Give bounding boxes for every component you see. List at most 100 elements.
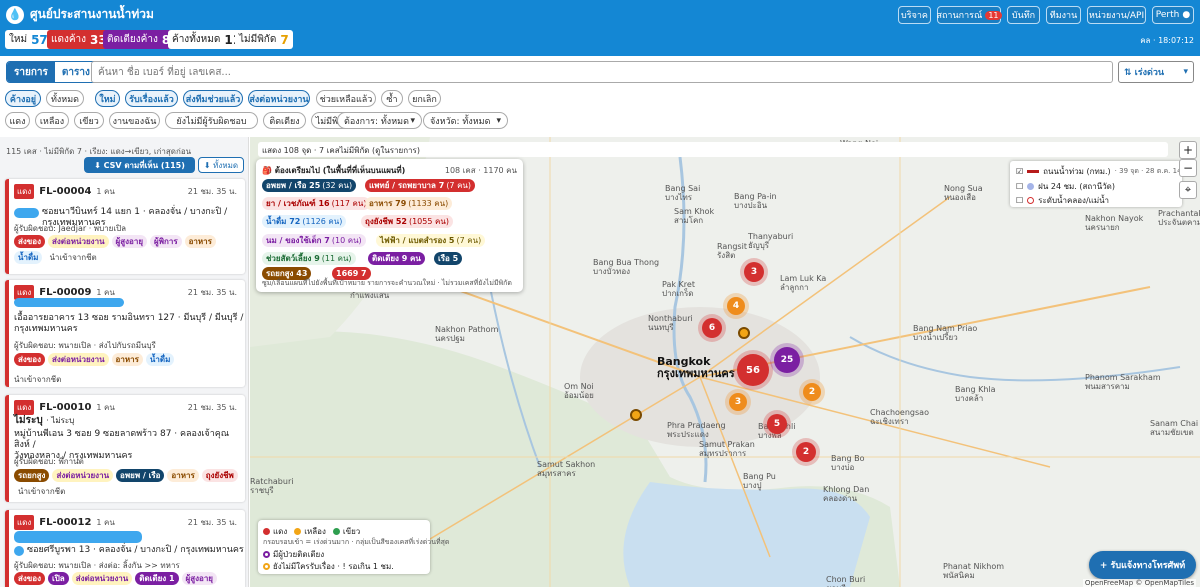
case-age: 21 ชม. 35 น.	[187, 288, 237, 297]
nav-donate[interactable]: บริจาค	[898, 6, 931, 24]
filter-all[interactable]: ทั้งหมด	[46, 90, 84, 107]
tag-elderly: ผู้สูงอายุ	[111, 235, 148, 248]
stat-label: ใหม่	[9, 34, 28, 45]
yellow-ring-icon	[263, 563, 270, 570]
layer-rainfall[interactable]: ☐ ฝน 24 ชม. (สถานีวัด)	[1016, 180, 1115, 193]
map-place-label: Bang Bua Thong บางบัวทอง	[593, 258, 659, 276]
search-input[interactable]	[91, 61, 1113, 83]
map-place-label: Bang Bo บางบ่อ	[831, 454, 864, 472]
stat-new[interactable]: ใหม่ 57	[5, 30, 52, 49]
need-power[interactable]: ไฟฟ้า / แบตสำรอง 5 (7 คน)	[376, 234, 486, 247]
layer-water-level[interactable]: ☐ ระดับน้ำคลอง/แม่น้ำ	[1016, 194, 1109, 207]
filter-green[interactable]: เขียว	[74, 112, 104, 129]
case-cluster[interactable]: 56	[737, 354, 769, 386]
stat-bedridden-pending[interactable]: ติดเตียงค้าง 8	[103, 30, 175, 49]
checkbox-icon[interactable]: ☐	[1016, 196, 1023, 205]
case-card[interactable]: แดง FL-00004 1 คน 21 ชม. 35 น. ซอยนาวีบิ…	[5, 179, 245, 274]
single-case-marker[interactable]	[630, 409, 642, 421]
need-label: น้ำดื่ม 72	[266, 217, 301, 226]
export-all-button[interactable]: ⬇ ทั้งหมด	[198, 157, 244, 173]
filter-new[interactable]: ใหม่	[95, 90, 120, 107]
map-view[interactable]: Bang SaiบางไทรBang Pa-inบางปะอินWang Noi…	[250, 137, 1200, 587]
case-tags: ส่งของ เปิล ส่งต่อหน่วยงาน ติดเตียง 1 ผู…	[14, 572, 245, 585]
legend-unassigned: ยังไม่มีใครรับเรื่อง · ! รอเกิน 1 ชม.	[263, 560, 394, 573]
filter-forwarded[interactable]: ส่งต่อหน่วยงาน	[248, 90, 310, 107]
tag-disabled: ผู้พิการ	[150, 235, 182, 248]
case-cluster[interactable]: 5	[767, 414, 787, 434]
case-cluster[interactable]: 3	[729, 393, 747, 411]
map-place-label: Bang Pa-in บางปะอิน	[734, 192, 777, 210]
stat-value: 57	[31, 32, 48, 47]
case-cluster[interactable]: 2	[796, 442, 816, 462]
address-line: เอื้ออารยอาคาร 13 ซอย รามอินทรา 127 · มี…	[14, 313, 244, 323]
filter-helped[interactable]: ช่วยเหลือแล้ว	[316, 90, 376, 107]
case-age: 21 ชม. 35 น.	[187, 403, 237, 412]
place-name: Bang Sai	[665, 184, 701, 193]
csv-export-button[interactable]: ⬇ CSV ตามที่เห็น (115)	[84, 157, 195, 173]
filter-my-tasks[interactable]: งานของฉัน	[109, 112, 160, 129]
need-sub: (117 คน)	[331, 199, 367, 208]
nav-situation[interactable]: สถานการณ์ 11	[936, 6, 1002, 24]
checkbox-checked-icon[interactable]: ☑	[1016, 167, 1023, 176]
place-name-thai: หนองเสือ	[944, 193, 976, 202]
user-menu[interactable]: Perth ●	[1152, 6, 1194, 24]
dropdown-value: ต้องการ: ทั้งหมด	[344, 116, 409, 127]
need-survival-bag[interactable]: ถุงยังชีพ 52 (1055 คน)	[361, 215, 453, 228]
need-label: ยา / เวชภัณฑ์ 16	[266, 199, 330, 208]
checkbox-icon[interactable]: ☐	[1016, 182, 1023, 191]
nav-agency-api[interactable]: หน่วยงาน/API	[1087, 6, 1146, 24]
need-boat[interactable]: เรือ 5	[434, 252, 463, 265]
need-pet-rescue[interactable]: ช่วยสัตว์เลี้ยง 9 (11 คน)	[262, 252, 356, 265]
nav-log[interactable]: บันทึก	[1007, 6, 1040, 24]
map-place-label: Phanat Nikhom พนัสนิคม	[943, 562, 1004, 580]
need-bedridden[interactable]: ติดเตียง 9 คน	[368, 252, 425, 265]
filter-accepted[interactable]: รับเรื่องแล้ว	[125, 90, 178, 107]
filter-bedridden[interactable]: ติดเตียง	[263, 112, 306, 129]
nav-team[interactable]: ทีมงาน	[1046, 6, 1081, 24]
layer-flooded-roads[interactable]: ☑ ถนนน้ำท่วม (กทม.) · 39 จุด · 28 ต.ค. 14:…	[1016, 165, 1193, 178]
needs-dropdown[interactable]: ต้องการ: ทั้งหมด ▾	[337, 112, 422, 129]
locate-me-button[interactable]: ⌖	[1179, 181, 1197, 199]
case-card[interactable]: แดง FL-00009 1 คน 21 ชม. 35 น. เอื้ออารย…	[5, 280, 245, 387]
stat-red-pending[interactable]: แดงค้าง 33	[47, 30, 111, 49]
zoom-out-button[interactable]: −	[1179, 159, 1197, 177]
needs-title: 🎒 ต้องเตรียมไป (ในพื้นที่ที่เห็นบนแผนที่…	[262, 164, 405, 177]
case-card[interactable]: แดง FL-00012 1 คน 21 ชม. 35 น. ซอยศรีบูร…	[5, 510, 245, 587]
view-list-button[interactable]: รายการ	[7, 62, 55, 82]
case-cluster[interactable]: 4	[727, 297, 745, 315]
need-evacuation[interactable]: อพยพ / เรือ 25 (32 คน)	[262, 179, 357, 192]
zoom-in-button[interactable]: +	[1179, 141, 1197, 159]
filter-yellow[interactable]: เหลือง	[35, 112, 69, 129]
filter-team-sent[interactable]: ส่งทีมช่วยแล้ว	[183, 90, 243, 107]
case-list-panel: 115 เคส · ไม่มีพิกัด 7 · เรียง: แดง→เขีย…	[0, 137, 249, 587]
water-drop-icon: 💧	[6, 5, 24, 24]
case-cluster[interactable]: 25	[774, 347, 800, 373]
tag-delivery: ส่งของ	[14, 235, 45, 248]
filter-unassigned[interactable]: ยังไม่มีผู้รับผิดชอบ	[165, 112, 258, 129]
filter-pending[interactable]: ค้างอยู่	[5, 90, 41, 107]
situation-count-badge: 11	[985, 10, 1002, 20]
single-case-marker[interactable]	[738, 327, 750, 339]
filter-duplicate[interactable]: ซ้ำ	[381, 90, 403, 107]
case-card[interactable]: แดง FL-00010 1 คน 21 ชม. 35 น. ไม่ระบุ ·…	[5, 395, 245, 502]
need-baby-supplies[interactable]: นม / ของใช้เด็ก 7 (10 คน)	[262, 234, 366, 247]
map-place-label: Bang Nam Priao บางน้ำเปรี้ยว	[913, 324, 977, 342]
need-medicine[interactable]: ยา / เวชภัณฑ์ 16 (117 คน)	[262, 197, 371, 210]
case-cluster[interactable]: 3	[744, 262, 764, 282]
stat-no-coords[interactable]: ไม่มีพิกัด 7	[235, 30, 293, 49]
need-sub: (1055 คน)	[408, 217, 449, 226]
filter-red[interactable]: แดง	[5, 112, 30, 129]
case-cluster[interactable]: 6	[702, 318, 722, 338]
need-food[interactable]: อาหาร 79 (1133 คน)	[365, 197, 453, 210]
case-cluster[interactable]: 2	[803, 383, 821, 401]
need-label: 1669 7	[336, 269, 367, 278]
place-name: Pak Kret	[662, 280, 695, 289]
need-water[interactable]: น้ำดื่ม 72 (1126 คน)	[262, 215, 347, 228]
province-dropdown[interactable]: จังหวัด: ทั้งหมด ▾	[423, 112, 508, 129]
sort-select[interactable]: ⇅ เร่งด่วน ▾	[1118, 61, 1194, 83]
tag-water: น้ำดื่ม	[14, 251, 43, 264]
phone-report-button[interactable]: + รับแจ้งทางโทรศัพท์	[1089, 551, 1196, 579]
map-legend: แดง เหลือง เขียว กรอบรอบเข้า = เร่งด่วนม…	[258, 520, 449, 574]
filter-cancelled[interactable]: ยกเลิก	[408, 90, 441, 107]
need-medical[interactable]: แพทย์ / รถพยาบาล 7 (7 คน)	[365, 179, 476, 192]
